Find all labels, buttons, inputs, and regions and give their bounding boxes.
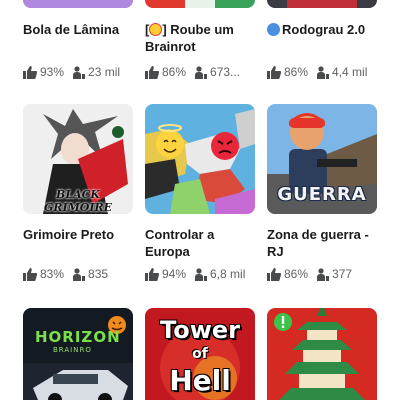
rating-stat: 83%	[23, 267, 64, 281]
game-thumbnail[interactable]	[267, 0, 377, 8]
rating-value: 86%	[162, 65, 187, 79]
game-thumbnail[interactable]	[145, 0, 255, 8]
rating-stat: 94%	[145, 267, 186, 281]
blue-circle-icon	[267, 23, 280, 36]
game-thumbnail[interactable]: HORIZON BRAINRO	[23, 308, 133, 400]
players-icon	[73, 65, 86, 79]
rating-stat: 86%	[145, 65, 186, 79]
thumb-logo-subtext: BRAINRO	[53, 346, 92, 354]
thumbs-up-icon	[267, 65, 281, 79]
thumb-logo-text: Tower	[160, 316, 240, 344]
players-value: 6,8 mil	[210, 267, 246, 281]
rating-value: 94%	[162, 267, 187, 281]
thumbs-up-icon	[145, 267, 159, 281]
thumbs-up-icon	[23, 267, 37, 281]
game-title[interactable]: [] Roube um	[145, 21, 257, 38]
thumbs-up-icon	[23, 65, 37, 79]
game-grid: Bola de Lâmina 93% 23 mil [] Roube um Br…	[0, 0, 400, 400]
game-title-line2[interactable]: RJ	[267, 243, 379, 260]
players-stat: 377	[316, 267, 352, 281]
thumbs-up-icon	[145, 65, 159, 79]
thumb-logo-subtext-2: Hell	[169, 364, 231, 397]
rating-value: 86%	[284, 267, 309, 281]
shocked-face-icon	[149, 23, 163, 36]
players-value: 377	[332, 267, 353, 281]
players-icon	[317, 65, 330, 79]
game-title[interactable]: Rodograu 2.0	[267, 21, 379, 38]
game-thumbnail[interactable]	[267, 308, 377, 400]
game-stats: 93% 23 mil	[23, 64, 143, 80]
players-icon	[195, 267, 208, 281]
game-stats: 86% 377	[267, 266, 387, 282]
game-thumbnail[interactable]	[23, 0, 133, 8]
rating-stat: 93%	[23, 65, 64, 79]
game-title-line2[interactable]: Brainrot	[145, 38, 257, 55]
players-value: 673...	[210, 65, 241, 79]
players-icon	[317, 267, 330, 281]
thumbs-up-icon	[267, 267, 281, 281]
rating-stat: 86%	[267, 267, 308, 281]
game-title-line2[interactable]: Europa	[145, 243, 257, 260]
players-value: 835	[88, 267, 109, 281]
game-title[interactable]: Zona de guerra -	[267, 226, 379, 243]
players-stat: 835	[72, 267, 108, 281]
thumb-logo-text: HORIZON	[35, 328, 121, 346]
rating-stat: 86%	[267, 65, 308, 79]
game-thumbnail[interactable]: GUERRA	[267, 104, 377, 214]
rating-value: 86%	[284, 65, 309, 79]
game-title[interactable]: Bola de Lâmina	[23, 21, 135, 38]
game-stats: 83% 835	[23, 266, 143, 282]
game-stats: 86% 673...	[145, 64, 265, 80]
players-value: 4,4 mil	[332, 65, 368, 79]
rating-value: 83%	[40, 267, 65, 281]
game-thumbnail[interactable]	[145, 104, 255, 214]
game-stats: 94% 6,8 mil	[145, 266, 265, 282]
players-icon	[73, 267, 86, 281]
thumb-logo-text: BLACK GRIMOIRE	[43, 188, 113, 214]
players-stat: 6,8 mil	[194, 267, 245, 281]
game-thumbnail[interactable]: BLACK GRIMOIRE	[23, 104, 133, 214]
game-title[interactable]: Grimoire Preto	[23, 226, 135, 243]
rating-value: 93%	[40, 65, 65, 79]
thumb-logo-text: GUERRA	[277, 184, 367, 205]
players-stat: 23 mil	[72, 65, 120, 79]
game-thumbnail[interactable]: Tower of Hell	[145, 308, 255, 400]
players-value: 23 mil	[88, 65, 121, 79]
game-stats: 86% 4,4 mil	[267, 64, 387, 80]
thumb-logo-subtext: of	[192, 346, 208, 362]
players-icon	[195, 65, 208, 79]
game-title[interactable]: Controlar a	[145, 226, 257, 243]
players-stat: 4,4 mil	[316, 65, 367, 79]
players-stat: 673...	[194, 65, 240, 79]
